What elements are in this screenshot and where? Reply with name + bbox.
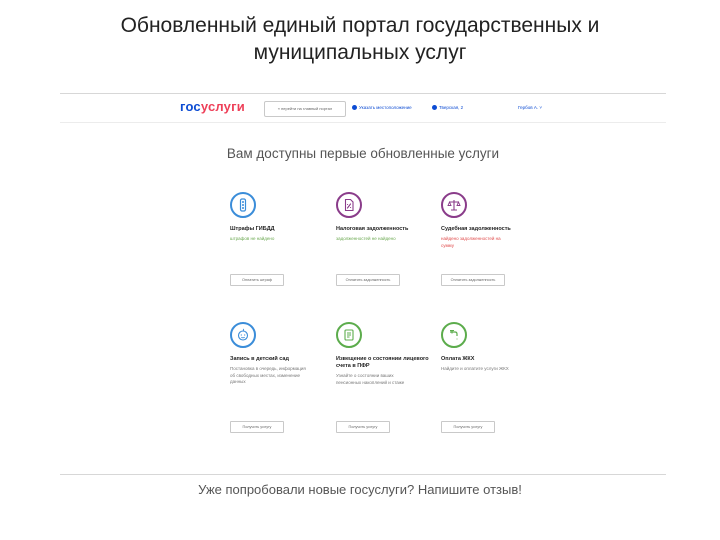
slide-title: Обновленный единый портал государственны… xyxy=(0,12,720,66)
service-description: Постановка в очередь, информация об своб… xyxy=(230,366,306,384)
traffic-light-icon xyxy=(230,192,256,218)
logo-uslugi-text: услуги xyxy=(200,99,245,114)
services-heading: Вам доступны первые обновленные услуги xyxy=(226,146,500,161)
service-status: штрафов не найдено xyxy=(230,236,275,241)
utility-tap-icon xyxy=(441,322,467,348)
service-description: Узнайте о состоянии ваших пенсионных нак… xyxy=(336,373,405,385)
location-link-label: Указать местоположение xyxy=(359,105,412,110)
service-name[interactable]: Судебная задолженность xyxy=(441,226,541,233)
service-name[interactable]: Налоговая задолженность xyxy=(336,226,436,233)
user-menu[interactable]: Гербов А. ˅ xyxy=(518,105,542,110)
service-description: Найдите и оплатите услуги ЖКХ xyxy=(441,366,509,371)
service-name[interactable]: Штрафы ГИБДД xyxy=(230,226,330,233)
slide-title-line-1: Обновленный единый портал государственны… xyxy=(120,14,600,37)
logo-gos-text: гос xyxy=(180,99,201,114)
slide-title-line-2: муниципальных услуг xyxy=(253,41,467,64)
region-link[interactable]: Тверская, 2 xyxy=(432,105,464,111)
pension-document-icon xyxy=(336,322,362,348)
pension-service-button[interactable]: Получить услугу xyxy=(336,421,390,433)
service-card-kindergarten: Запись в детский сад Постановка в очеред… xyxy=(230,322,330,386)
service-card-court-debt: Судебная задолженность найдено задолженн… xyxy=(441,192,541,249)
service-card-pension-account: Извещение о состоянии лицевого счета в П… xyxy=(336,322,436,386)
service-name[interactable]: Оплата ЖКХ xyxy=(441,356,541,363)
service-card-tax-debt: Налоговая задолженность задолженностей н… xyxy=(336,192,436,242)
region-link-label: Тверская, 2 xyxy=(439,105,464,110)
region-icon xyxy=(432,105,437,111)
service-name[interactable]: Запись в детский сад xyxy=(230,356,330,363)
kindergarten-service-button[interactable]: Получить услугу xyxy=(230,421,284,433)
pay-court-debt-button[interactable]: Оплатить задолженность xyxy=(441,274,505,286)
service-card-traffic-fines: Штрафы ГИБДД штрафов не найдено xyxy=(230,192,330,242)
pay-tax-button[interactable]: Оплатить задолженность xyxy=(336,274,400,286)
pay-fine-button[interactable]: Оплатить штраф xyxy=(230,274,284,286)
portal-header: госуслуги « перейти на главный портал Ук… xyxy=(60,94,666,123)
location-pin-icon xyxy=(352,105,357,111)
scales-icon xyxy=(441,192,467,218)
feedback-banner[interactable]: Уже попробовали новые госуслуги? Напишит… xyxy=(0,482,720,497)
service-status: задолженностей не найдено xyxy=(336,236,396,241)
service-card-utilities: Оплата ЖКХ Найдите и оплатите услуги ЖКХ xyxy=(441,322,541,373)
utilities-service-button[interactable]: Получить услугу xyxy=(441,421,495,433)
child-face-icon xyxy=(230,322,256,348)
portal-screenshot: госуслуги « перейти на главный портал Ук… xyxy=(60,93,666,475)
tax-document-icon xyxy=(336,192,362,218)
main-portal-button[interactable]: « перейти на главный портал xyxy=(264,101,346,117)
gosuslugi-logo[interactable]: госуслуги xyxy=(180,99,245,114)
service-name[interactable]: Извещение о состоянии лицевого счета в П… xyxy=(336,356,436,370)
service-status: найдено задолженностей на сумму xyxy=(441,236,501,248)
location-link[interactable]: Указать местоположение xyxy=(352,105,412,111)
